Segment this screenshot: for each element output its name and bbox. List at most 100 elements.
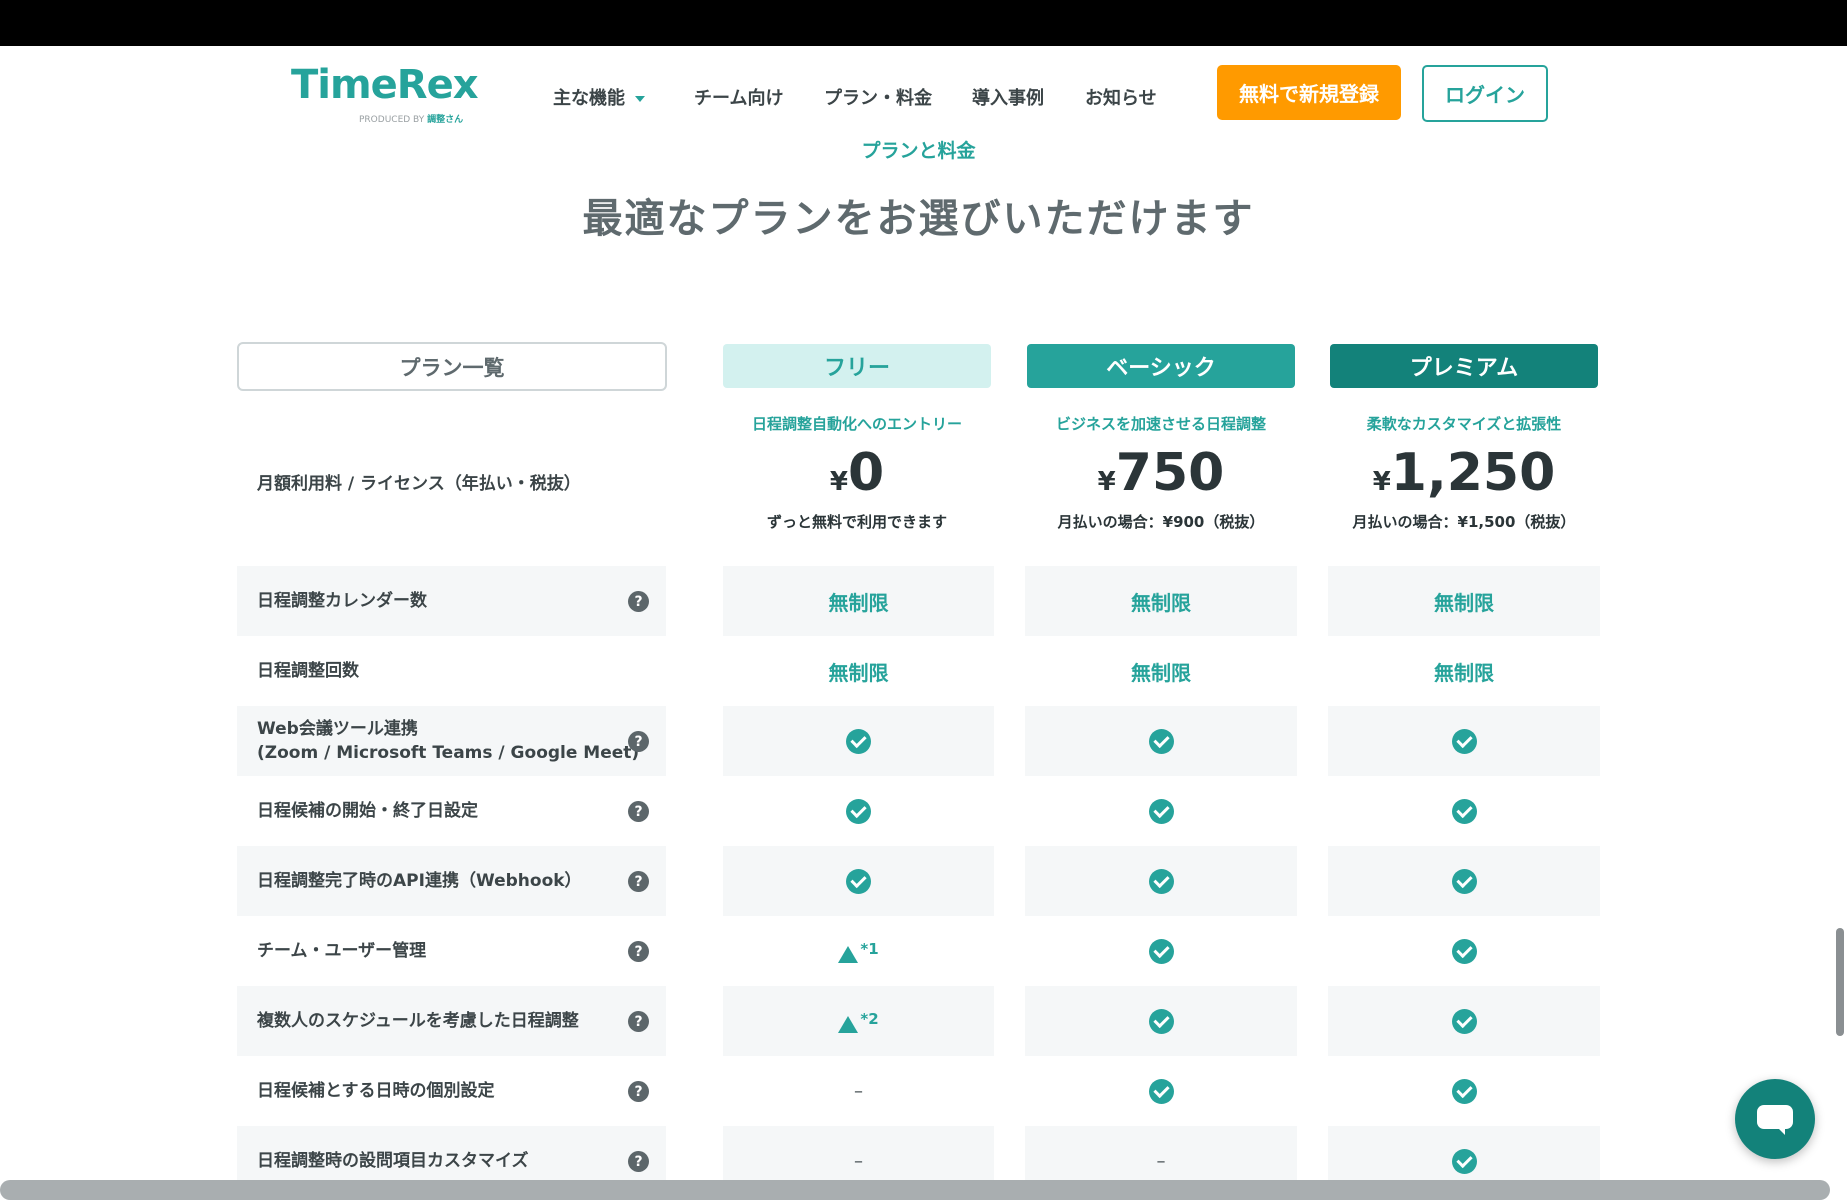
signup-button[interactable]: 無料で新規登録: [1217, 65, 1401, 120]
feature-label: 日程調整カレンダー数: [257, 591, 427, 611]
feature-label: チーム・ユーザー管理: [257, 941, 427, 961]
unlimited-text: 無制限: [828, 660, 889, 685]
unlimited-text: 無制限: [1131, 660, 1191, 685]
question-circle-icon[interactable]: ?: [628, 591, 649, 612]
partial-value: *2: [723, 986, 994, 1056]
feature-cell-free: [723, 846, 994, 916]
dash-text: –: [1156, 1150, 1166, 1172]
check-circle-icon: [1148, 728, 1174, 754]
feature-cell-free: 無制限: [723, 566, 994, 636]
plan-tagline-premium: 柔軟なカスタマイズと拡張性: [1366, 415, 1562, 433]
monthly-fee-label: 月額利用料 / ライセンス（年払い・税抜）: [257, 474, 581, 494]
table-row: 日程候補の開始・終了日設定?: [0, 776, 1847, 846]
check-circle-icon: [1451, 868, 1477, 894]
question-circle-icon[interactable]: ?: [628, 801, 649, 822]
feature-label: 日程調整回数: [257, 661, 359, 681]
check-circle-icon: [1451, 798, 1477, 824]
check-circle-icon: [1148, 938, 1174, 964]
feature-cell-premium: [1328, 986, 1600, 1056]
login-button[interactable]: ログイン: [1422, 65, 1548, 122]
table-row: 日程調整完了時のAPI連携（Webhook）?: [0, 846, 1847, 916]
unlimited-value: 無制限: [1025, 566, 1297, 636]
feature-label: 日程調整完了時のAPI連携（Webhook）: [257, 871, 582, 891]
table-row: 日程候補とする日時の個別設定? –: [0, 1056, 1847, 1126]
logo-brand: 調整さん: [427, 115, 464, 125]
price-note-premium: 月払いの場合：¥1,500（税抜）: [1352, 513, 1576, 531]
question-circle-icon[interactable]: ?: [628, 871, 649, 892]
partial-marker: *2: [838, 1010, 879, 1033]
currency-symbol: ¥: [829, 467, 848, 497]
horizontal-scrollbar[interactable]: [0, 1180, 1830, 1200]
included-value: [1328, 1056, 1600, 1126]
check-circle-icon: [846, 728, 871, 754]
logo-tagline: PRODUCED BY 調整さん: [359, 112, 463, 125]
footnote-ref[interactable]: *2: [860, 1010, 878, 1028]
included-value: [1328, 776, 1600, 846]
unlimited-text: 無制限: [1434, 590, 1494, 615]
included-value: [1328, 846, 1600, 916]
nav-item-news[interactable]: お知らせ: [1085, 84, 1157, 110]
unlimited-text: 無制限: [1434, 660, 1494, 685]
check-circle-icon: [846, 868, 871, 894]
footnote-ref[interactable]: *1: [860, 940, 878, 958]
vertical-scrollbar-thumb[interactable]: [1836, 928, 1844, 1036]
check-circle-icon: [1451, 1078, 1477, 1104]
check-circle-icon: [846, 798, 871, 824]
price-note-free: ずっと無料で利用できます: [766, 513, 947, 531]
included-value: [723, 846, 994, 916]
feature-label-cell: 日程調整回数: [237, 636, 666, 706]
question-circle-icon[interactable]: ?: [628, 1011, 649, 1032]
table-row: 日程調整カレンダー数? 無制限 無制限 無制限: [0, 566, 1847, 636]
unlimited-value: 無制限: [1328, 636, 1600, 706]
nav-item-pricing[interactable]: プラン・料金: [824, 84, 932, 110]
feature-label: 日程候補の開始・終了日設定: [257, 801, 478, 821]
feature-label: 日程候補とする日時の個別設定: [257, 1081, 495, 1101]
triangle-icon: [838, 945, 859, 963]
included-value: [1025, 706, 1297, 776]
site-header: TimeRex PRODUCED BY 調整さん 主な機能 チーム向け プラン・…: [0, 46, 1847, 140]
feature-label-cell: 複数人のスケジュールを考慮した日程調整?: [237, 986, 666, 1056]
price-value: 0: [847, 443, 885, 503]
nav-item-features[interactable]: 主な機能: [553, 84, 645, 110]
feature-cell-premium: [1328, 776, 1600, 846]
feature-cell-free: 無制限: [723, 636, 994, 706]
feature-cell-premium: [1328, 846, 1600, 916]
feature-cell-basic: [1025, 916, 1297, 986]
plan-tab-premium: プレミアム: [1330, 344, 1598, 388]
not-included-value: –: [723, 1056, 994, 1126]
unlimited-value: 無制限: [723, 636, 994, 706]
dash-text: –: [854, 1150, 863, 1172]
currency-symbol: ¥: [1372, 467, 1391, 497]
feature-cell-premium: [1328, 1056, 1600, 1126]
feature-cell-basic: [1025, 846, 1297, 916]
check-circle-icon: [1451, 1008, 1477, 1034]
feature-cell-premium: 無制限: [1328, 566, 1600, 636]
unlimited-value: 無制限: [1025, 636, 1297, 706]
chat-button[interactable]: [1735, 1079, 1815, 1159]
included-value: [1025, 1056, 1297, 1126]
feature-label: 複数人のスケジュールを考慮した日程調整: [257, 1011, 579, 1031]
feature-cell-free: [723, 706, 994, 776]
feature-cell-free: [723, 776, 994, 846]
partial-marker: *1: [838, 940, 879, 963]
price-basic: ¥750: [1027, 443, 1295, 503]
check-circle-icon: [1451, 938, 1477, 964]
table-row: チーム・ユーザー管理? *1: [0, 916, 1847, 986]
question-circle-icon[interactable]: ?: [628, 1151, 649, 1172]
question-circle-icon[interactable]: ?: [628, 1081, 649, 1102]
table-row: 日程調整回数 無制限 無制限 無制限: [0, 636, 1847, 706]
timerex-logo[interactable]: TimeRex PRODUCED BY 調整さん: [291, 62, 479, 125]
triangle-icon: [838, 1015, 859, 1033]
feature-cell-basic: [1025, 986, 1297, 1056]
check-circle-icon: [1148, 1078, 1174, 1104]
included-value: [1025, 916, 1297, 986]
question-circle-icon[interactable]: ?: [628, 731, 649, 752]
feature-label-cell: チーム・ユーザー管理?: [237, 916, 666, 986]
nav-item-case-studies[interactable]: 導入事例: [972, 84, 1044, 110]
question-circle-icon[interactable]: ?: [628, 941, 649, 962]
feature-label-cell: Web会議ツール連携 (Zoom / Microsoft Teams / Goo…: [237, 706, 666, 776]
check-circle-icon: [1451, 1148, 1477, 1174]
nav-item-teams[interactable]: チーム向け: [694, 84, 783, 110]
page-title: 最適なプランをお選びいただけます: [582, 196, 1255, 242]
chat-bubble-tail: [1775, 1125, 1785, 1135]
